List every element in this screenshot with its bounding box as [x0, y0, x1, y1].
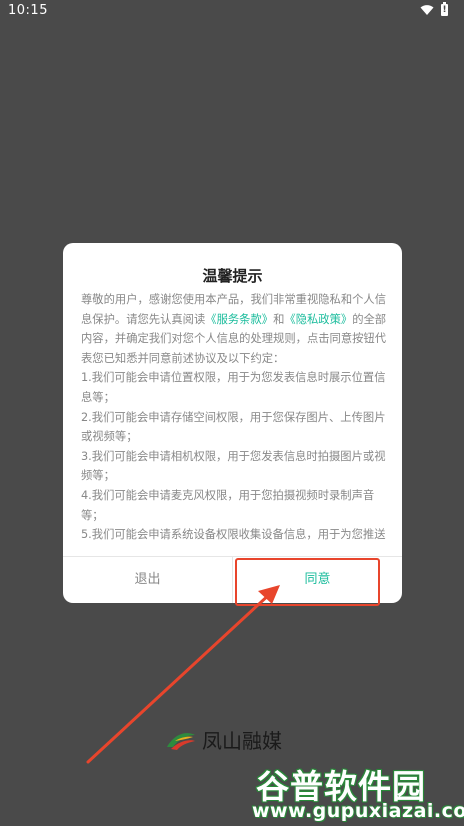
privacy-link[interactable]: 《隐私政策》 [284, 313, 352, 326]
list-item: 2.我们可能会申请存储空间权限，用于您保存图片、上传图片或视频等； [81, 410, 386, 444]
list-item: 1.我们可能会申请位置权限，用于为您发表信息时展示位置信息等； [81, 371, 386, 404]
terms-link[interactable]: 《服务条款》 [205, 313, 273, 326]
list-item: 5.我们可能会申请系统设备权限收集设备信息，用于为您推送新闻、确保服务的稳定性等… [81, 528, 386, 542]
brand-name: 凤山融媒 [202, 729, 282, 753]
annotation-highlight-box [235, 558, 380, 606]
intro-paragraph: 尊敬的用户，感谢您使用本产品，我们非常重视隐私和个人信息保护。请您先认真阅读《服… [81, 290, 387, 368]
list-item: 4.我们可能会申请麦克风权限，用于您拍摄视频时录制声音等； [81, 488, 375, 522]
wifi-icon [420, 5, 434, 15]
fengshan-logo-icon [167, 733, 195, 750]
and-text: 和 [273, 312, 285, 326]
dialog-body[interactable]: 尊敬的用户，感谢您使用本产品，我们非常重视隐私和个人信息保护。请您先认真阅读《服… [81, 290, 387, 547]
exit-button[interactable]: 退出 [63, 557, 232, 603]
status-bar: 10:15 ! [0, 0, 464, 22]
list-item: 3.我们可能会申请相机权限，用于您发表信息时拍摄图片或视频等； [81, 449, 386, 483]
privacy-dialog: 温馨提示 尊敬的用户，感谢您使用本产品，我们非常重视隐私和个人信息保护。请您先认… [63, 243, 402, 603]
watermark-url: www.gupuxiazai.com [252, 800, 464, 822]
battery-icon: ! [441, 2, 448, 16]
watermark: 谷普软件园 www.gupuxiazai.com [252, 760, 464, 826]
dialog-title: 温馨提示 [202, 267, 263, 285]
status-time: 10:15 [8, 3, 48, 18]
